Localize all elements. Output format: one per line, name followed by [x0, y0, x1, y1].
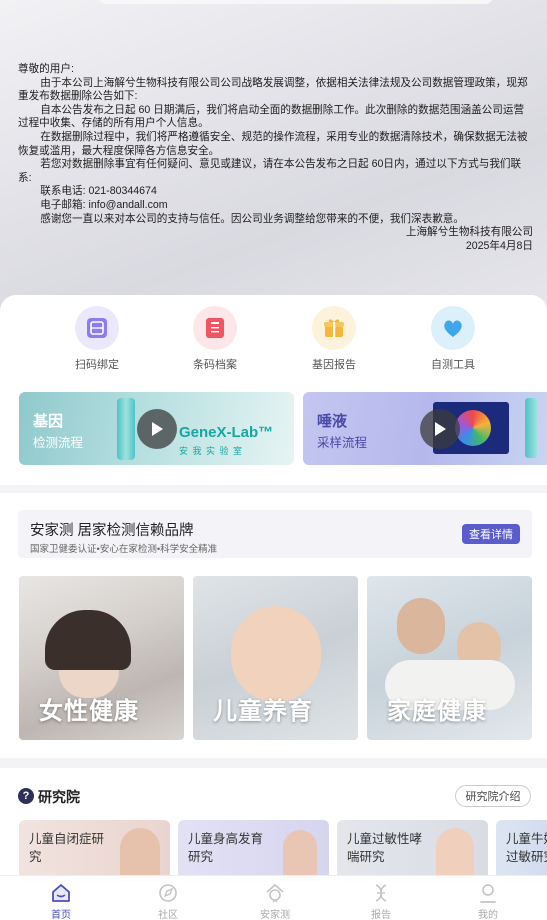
notice-top-bar — [98, 0, 494, 4]
research-card-label: 儿童牛奶过敏研究 — [506, 832, 547, 864]
research-intro-button[interactable]: 研究院介绍 — [455, 785, 531, 807]
data-deletion-notice: 尊敬的用户: 由于本公司上海解兮生物科技有限公司公司战略发展调整，依据相关法律法… — [0, 0, 547, 320]
notice-paragraph: 感谢您一直以来对本公司的支持与信任。因公司业务调整给您带来的不便，我们深表歉意。 — [40, 212, 464, 225]
category-womens-health[interactable]: 女性健康 — [19, 576, 184, 740]
quick-action-label: 基因报告 — [312, 359, 356, 371]
notice-paragraph: 若您对数据删除事宜有任何疑问、意见或建议，请在本公告发布之日起 60日内，通过以… — [18, 158, 522, 184]
quick-action-self-test[interactable]: 自测工具 — [413, 306, 493, 372]
notice-greeting: 尊敬的用户: — [18, 63, 74, 75]
research-card-label: 儿童自闭症研究 — [29, 832, 105, 864]
quick-action-label: 扫码绑定 — [75, 359, 119, 371]
community-icon — [157, 882, 179, 904]
brand-banner: 安家测 居家检测信赖品牌 国家卫健委认证•安心在家检测•科学安全精准 查看详情 — [18, 510, 532, 558]
brand-title: 安家测 居家检测信赖品牌 — [30, 523, 194, 539]
profile-icon — [477, 882, 499, 904]
nav-home[interactable]: 首页 — [31, 882, 91, 920]
test-tube-image — [117, 398, 135, 460]
genex-lab-brand-sub: 安 我 实 验 室 — [179, 446, 244, 456]
nav-report[interactable]: 报告 — [351, 882, 411, 920]
research-card-label: 儿童过敏性哮喘研究 — [347, 832, 423, 864]
home-icon — [50, 882, 72, 904]
notice-email: 电子邮箱: info@andall.com — [40, 198, 168, 211]
home-test-icon — [264, 882, 286, 904]
research-card-asthma[interactable]: 儿童过敏性哮喘研究 — [337, 820, 488, 882]
video-subtitle: 检测流程 — [33, 436, 84, 450]
category-family-health[interactable]: 家庭健康 — [367, 576, 532, 740]
view-details-button[interactable]: 查看详情 — [462, 524, 520, 544]
quick-action-label: 条码档案 — [193, 359, 237, 371]
child-photo — [120, 828, 160, 882]
quick-action-gene-report[interactable]: 基因报告 — [294, 306, 374, 372]
quick-action-barcode-archive[interactable]: 条码档案 — [175, 306, 255, 372]
notice-company: 上海解兮生物科技有限公司 — [405, 226, 533, 239]
category-child-rearing[interactable]: 儿童养育 — [193, 576, 358, 740]
question-icon: ? — [18, 788, 34, 804]
product-box-logo — [455, 410, 491, 446]
nav-label: 社区 — [158, 910, 178, 920]
research-card-height[interactable]: 儿童身高发育研究 — [178, 820, 329, 882]
father-photo — [397, 598, 445, 654]
category-label: 家庭健康 — [387, 698, 487, 725]
child-photo — [436, 828, 474, 882]
gene-report-icon — [312, 306, 356, 350]
bottom-nav: 首页 社区 安家测 报告 我的 — [0, 875, 547, 920]
report-icon — [370, 882, 392, 904]
nav-community[interactable]: 社区 — [138, 882, 198, 920]
notice-phone: 联系电话: 021-80344674 — [40, 185, 157, 198]
nav-label: 报告 — [371, 910, 391, 920]
nav-label: 首页 — [51, 910, 71, 920]
self-test-icon — [431, 306, 475, 350]
quick-action-row: 扫码绑定 条码档案 基因报告 自测工具 — [0, 306, 547, 376]
video-title: 唾液 — [317, 413, 348, 430]
quick-action-label: 自测工具 — [431, 359, 475, 371]
category-label: 女性健康 — [39, 698, 139, 725]
video-subtitle: 采样流程 — [317, 436, 368, 450]
notice-text: 尊敬的用户: 由于本公司上海解兮生物科技有限公司公司战略发展调整，依据相关法律法… — [18, 63, 533, 253]
scan-bind-icon — [75, 306, 119, 350]
brand-subtitle: 国家卫健委认证•安心在家检测•科学安全精准 — [30, 544, 218, 555]
research-card-label: 儿童身高发育研究 — [188, 832, 264, 864]
genex-lab-brand: GeneX-Lab™ — [179, 424, 274, 441]
brand-section: 安家测 居家检测信赖品牌 国家卫健委认证•安心在家检测•科学安全精准 查看详情 … — [0, 493, 547, 758]
video-title: 基因 — [33, 413, 64, 430]
research-card-autism[interactable]: 儿童自闭症研究 — [19, 820, 170, 882]
nav-label: 安家测 — [260, 910, 290, 920]
category-label: 儿童养育 — [213, 698, 313, 725]
play-icon[interactable] — [137, 409, 177, 449]
quick-action-scan-bind[interactable]: 扫码绑定 — [57, 306, 137, 372]
woman-hair — [45, 610, 131, 670]
barcode-archive-icon — [193, 306, 237, 350]
test-tube-image — [525, 398, 537, 458]
notice-paragraph: 在数据删除过程中，我们将严格遵循安全、规范的操作流程，采用专业的数据清除技术，确… — [18, 130, 528, 157]
gene-test-process-video[interactable]: 基因 检测流程 GeneX-Lab™ 安 我 实 验 室 — [19, 392, 294, 465]
nav-profile[interactable]: 我的 — [458, 882, 518, 920]
nav-label: 我的 — [478, 910, 498, 920]
baby-photo — [231, 606, 321, 702]
research-title: 研究院 — [38, 789, 80, 805]
saliva-sampling-process-video[interactable]: 唾液 采样流程 — [303, 392, 547, 465]
notice-paragraph: 由于本公司上海解兮生物科技有限公司公司战略发展调整，依据相关法律法规及公司数据管… — [18, 76, 528, 103]
notice-date: 2025年4月8日 — [465, 239, 533, 252]
play-icon[interactable] — [420, 409, 460, 449]
nav-home-test[interactable]: 安家测 — [245, 882, 305, 920]
research-card-milk-allergy[interactable]: 儿童牛奶过敏研究 — [496, 820, 547, 882]
notice-paragraph: 自本公告发布之日起 60 日期满后，我们将启动全面的数据删除工作。此次删除的数据… — [18, 103, 525, 130]
